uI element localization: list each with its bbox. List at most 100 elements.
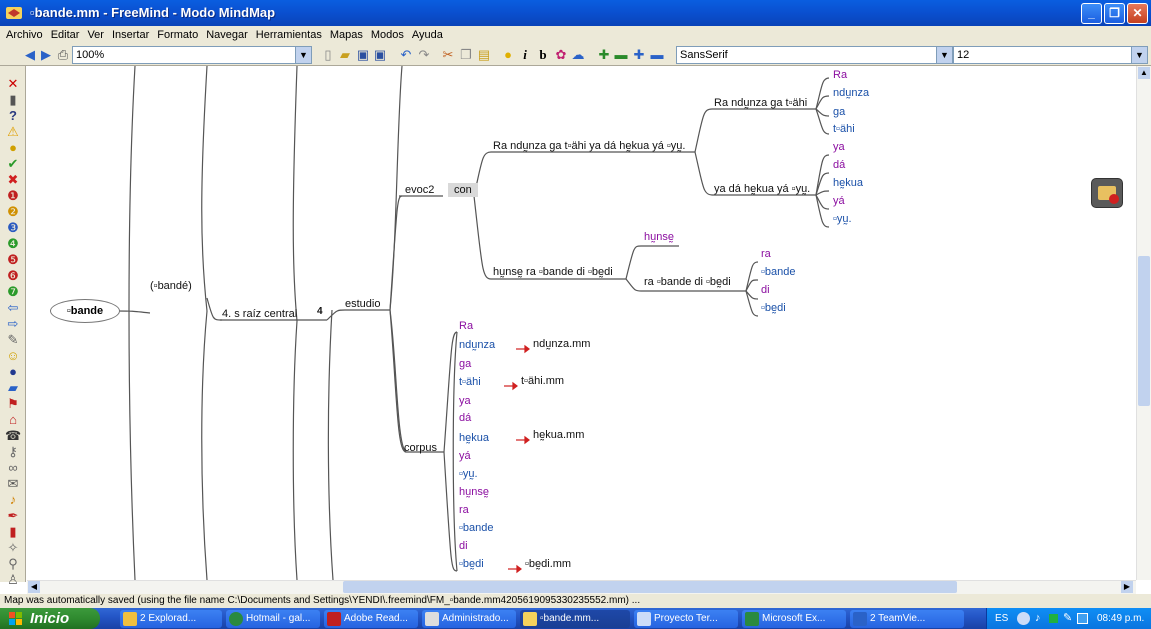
node-estudio[interactable]: estudio xyxy=(345,298,380,310)
remove-icon[interactable]: ▬ xyxy=(613,47,629,63)
floating-map-icon[interactable] xyxy=(1091,178,1123,208)
forward-icon[interactable]: ▶ xyxy=(38,47,54,63)
corpus-word[interactable]: ndṵnza xyxy=(459,339,495,351)
chevron-down-icon[interactable]: ▼ xyxy=(936,47,952,63)
corpus-word[interactable]: hṵnsḛ xyxy=(459,486,489,498)
link-node[interactable]: ndṵnza.mm xyxy=(533,338,590,350)
undo-icon[interactable]: ↶ xyxy=(398,47,414,63)
start-button[interactable]: Inicio xyxy=(0,608,100,629)
word-node[interactable]: ndṵnza xyxy=(833,87,869,99)
trash-icon[interactable]: ▮ xyxy=(5,92,21,107)
corpus-word[interactable]: ya xyxy=(459,395,471,407)
corpus-word[interactable]: Ra xyxy=(459,320,473,332)
corpus-word[interactable]: t▫ähi xyxy=(459,376,481,388)
smiley-icon[interactable]: ☺ xyxy=(5,348,21,363)
speaker-icon[interactable]: ♪ xyxy=(1035,608,1041,629)
link-node[interactable]: t▫ähi.mm xyxy=(521,375,564,387)
word-node[interactable]: t▫ähi xyxy=(833,123,855,135)
word-node[interactable]: ga xyxy=(833,106,845,118)
monitor-icon[interactable] xyxy=(1077,613,1088,624)
idea-bulb-icon[interactable]: ● xyxy=(500,47,516,63)
zoom-in-icon[interactable]: ✚ xyxy=(596,47,612,63)
menu-mapas[interactable]: Mapas xyxy=(330,29,363,41)
arrow-left-icon[interactable]: ⇦ xyxy=(5,300,21,315)
priority-2-icon[interactable]: ❷ xyxy=(5,204,21,219)
priority-4-icon[interactable]: ❹ xyxy=(5,236,21,251)
flag-icon[interactable]: ⚑ xyxy=(5,396,21,411)
word-node[interactable]: yá xyxy=(833,195,845,207)
question-icon[interactable]: ? xyxy=(5,108,21,123)
warning-icon[interactable]: ⚠ xyxy=(5,124,21,139)
minus-icon[interactable]: ▬ xyxy=(649,47,665,63)
pencil-icon[interactable]: ✎ xyxy=(5,332,21,347)
word-node[interactable]: Ra xyxy=(833,69,847,81)
glasses-icon[interactable]: ∞ xyxy=(5,460,21,475)
scroll-up-icon[interactable]: ▲ xyxy=(1138,67,1150,79)
vertical-scroll-thumb[interactable] xyxy=(1138,256,1150,406)
menu-insertar[interactable]: Insertar xyxy=(112,29,149,41)
node-corpus[interactable]: corpus xyxy=(404,442,437,454)
corpus-word[interactable]: di xyxy=(459,540,468,552)
word-node[interactable]: ra xyxy=(761,248,771,260)
clock[interactable]: 08:49 p.m. xyxy=(1097,608,1144,629)
phone-icon[interactable]: ☎ xyxy=(5,428,21,443)
corpus-word[interactable]: ▫yṵ. xyxy=(459,468,478,480)
node-sub-2[interactable]: ya dá hḛkua yá ▫yṵ. xyxy=(714,183,810,195)
save-icon[interactable]: ▣ xyxy=(355,47,371,63)
scroll-left-icon[interactable]: ◀ xyxy=(28,581,40,593)
corpus-word[interactable]: dá xyxy=(459,412,471,424)
node-bande-accent[interactable]: (▫bandé) xyxy=(150,280,192,292)
print-icon[interactable]: ⎙ xyxy=(55,47,71,63)
save-as-icon[interactable]: ▣ xyxy=(372,47,388,63)
task-freemind[interactable]: ▫bande.mm... xyxy=(520,610,630,628)
checkmark-icon[interactable]: ✔ xyxy=(5,156,21,171)
menu-ayuda[interactable]: Ayuda xyxy=(412,29,443,41)
open-icon[interactable]: ▰ xyxy=(337,47,353,63)
chevron-down-icon[interactable]: ▼ xyxy=(1131,47,1147,63)
link-node[interactable]: ▫bḛdi.mm xyxy=(525,558,571,570)
horizontal-scroll-thumb[interactable] xyxy=(343,581,957,593)
magnifier-icon[interactable]: ⚲ xyxy=(5,556,21,571)
person-icon[interactable]: ♙ xyxy=(5,572,21,587)
node-raiz-central[interactable]: 4. s raíz central xyxy=(222,308,297,320)
task-explorer[interactable]: 2 Explorad... xyxy=(120,610,222,628)
corpus-word[interactable]: ga xyxy=(459,358,471,370)
redo-icon[interactable]: ↷ xyxy=(416,47,432,63)
pen-tray-icon[interactable]: ✎ xyxy=(1063,608,1072,629)
close-button[interactable]: ✕ xyxy=(1127,3,1148,24)
corpus-word[interactable]: ra xyxy=(459,504,469,516)
zoom-select[interactable]: 100% ▼ xyxy=(72,46,312,64)
menu-editar[interactable]: Editar xyxy=(51,29,80,41)
bold-icon[interactable]: b xyxy=(535,47,551,63)
pen-icon[interactable]: ✒ xyxy=(5,508,21,523)
node-color-icon[interactable]: ✿ xyxy=(553,47,569,63)
home-icon[interactable]: ⌂ xyxy=(5,412,21,427)
corpus-word[interactable]: yá xyxy=(459,450,471,462)
tray-expand-icon[interactable] xyxy=(1017,612,1030,625)
ball-icon[interactable]: ● xyxy=(5,364,21,379)
back-icon[interactable]: ◀ xyxy=(22,47,38,63)
task-admin[interactable]: Administrado... xyxy=(422,610,516,628)
task-adobe[interactable]: Adobe Read... xyxy=(324,610,418,628)
word-node[interactable]: di xyxy=(761,284,770,296)
priority-3-icon[interactable]: ❸ xyxy=(5,220,21,235)
menu-formato[interactable]: Formato xyxy=(157,29,198,41)
corpus-word[interactable]: hḛkua xyxy=(459,432,489,444)
add-icon[interactable]: ✚ xyxy=(631,47,647,63)
root-node[interactable]: ▫bande xyxy=(50,299,120,323)
italic-icon[interactable]: i xyxy=(517,47,533,63)
idea-icon[interactable]: ● xyxy=(5,140,21,155)
priority-6-icon[interactable]: ❻ xyxy=(5,268,21,283)
corpus-word[interactable]: ▫bḛdi xyxy=(459,558,484,570)
word-node[interactable]: hḛkua xyxy=(833,177,863,189)
maximize-button[interactable]: ❐ xyxy=(1104,3,1125,24)
menu-archivo[interactable]: Archivo xyxy=(6,29,43,41)
priority-1-icon[interactable]: ❶ xyxy=(5,188,21,203)
corpus-word[interactable]: ▫bande xyxy=(459,522,494,534)
chevron-down-icon[interactable]: ▼ xyxy=(295,47,311,63)
book-icon[interactable]: ▰ xyxy=(5,380,21,395)
bell-icon[interactable]: ♪ xyxy=(5,492,21,507)
network-icon[interactable] xyxy=(1049,614,1058,623)
copy-icon[interactable]: ❐ xyxy=(458,47,474,63)
mindmap-canvas[interactable]: ▫bande (▫bandé) 4. s raíz central 4 estu… xyxy=(27,66,1136,580)
